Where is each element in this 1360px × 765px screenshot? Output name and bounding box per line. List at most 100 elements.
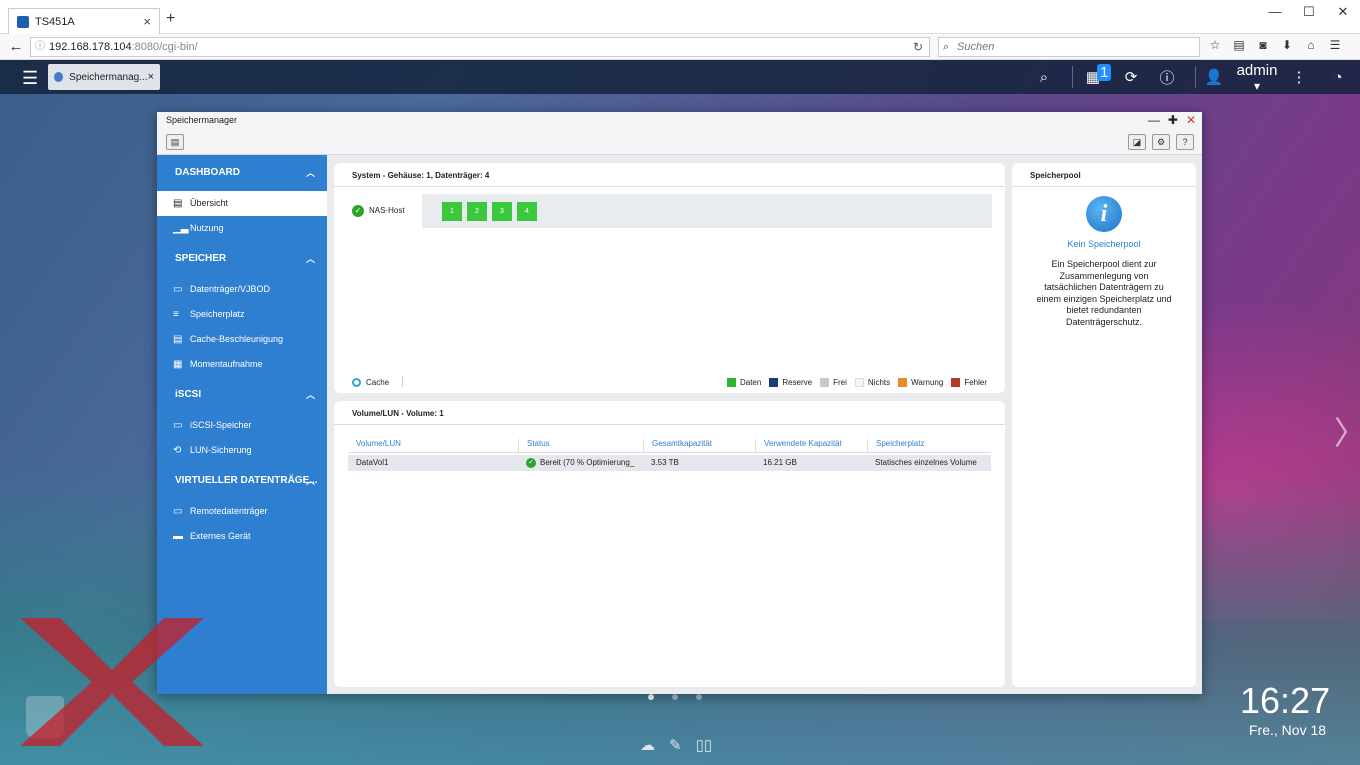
window-titlebar[interactable]: Speichermanager — ✚ ✕ (157, 112, 1202, 129)
legend-swatch (898, 378, 908, 387)
snapshot-icon: ▦ (173, 359, 183, 370)
toggle-sidebar-icon[interactable]: ▤ (166, 134, 184, 150)
sidebar-item-nutzung[interactable]: ▁▃ Nutzung (157, 216, 327, 241)
disk-slot-1[interactable]: 1 (442, 202, 462, 221)
close-icon[interactable]: ✕ (1186, 112, 1196, 129)
book-icon[interactable]: ▯▯ (696, 736, 713, 754)
no-pool-title[interactable]: Kein Speicherpool (1012, 239, 1196, 249)
sidebar-item-externes-geraet[interactable]: ▬ Externes Gerät (157, 524, 327, 549)
cache-legend: Cache (352, 378, 389, 387)
volume-panel: Volume/LUN - Volume: 1 Volume/LUN Status… (334, 401, 1005, 687)
browser-tab[interactable]: TS451A × (8, 8, 160, 34)
system-panel: System - Gehäuse: 1, Datenträger: 4 ✓ NAS… (334, 163, 1005, 393)
sidebar-item-cache[interactable]: ▤ Cache-Beschleunigung (157, 327, 327, 352)
remote-disk-icon: ▭ (173, 506, 183, 517)
external-device-icon: ▬ (173, 531, 183, 542)
close-tab-icon[interactable]: × (143, 14, 151, 29)
back-arrow-icon[interactable]: ← (4, 38, 28, 55)
next-page-arrow-icon[interactable]: 〉 (1334, 408, 1360, 454)
volume-status: ✓ Bereit (70 % Optimierung_ (518, 455, 643, 471)
sidebar-item-momentaufnahme[interactable]: ▦ Momentaufnahme (157, 352, 327, 377)
download-icon[interactable]: ⬇ (1278, 38, 1296, 52)
disk-bay-row: 1 2 3 4 (422, 194, 992, 228)
minimize-icon[interactable]: — (1148, 112, 1160, 129)
address-bar[interactable]: ⓘ 192.168.178.104:8080/cgi-bin/ ↻ (30, 37, 930, 57)
sidebar-section-dashboard[interactable]: DASHBOARD ︿ (157, 155, 327, 191)
reading-list-icon[interactable]: ▤ (1230, 38, 1248, 52)
app-taskbar-tab[interactable]: Speichermanag... × (48, 64, 160, 90)
legend-reserve: Reserve (769, 378, 812, 387)
chevron-up-icon: ︿ (305, 254, 315, 264)
user-menu[interactable]: admin ▾ (1232, 62, 1282, 93)
legend-swatch (820, 378, 830, 387)
qts-topbar: ☰ Speichermanag... × ⌕ ▦ 1 ⟳ ⓘ 👤 admin ▾ … (0, 60, 1360, 94)
settings-gear-icon[interactable]: ⚙ (1152, 134, 1170, 150)
window-controls: — ✚ ✕ (1148, 112, 1196, 129)
info-icon[interactable]: ⓘ (35, 38, 45, 56)
chevron-up-icon: ︿ (305, 476, 315, 486)
close-window-icon[interactable]: ✕ (1326, 0, 1360, 24)
window-title: Speichermanager (166, 115, 238, 125)
info-icon[interactable]: ⓘ (1149, 67, 1185, 88)
cache-icon: ▤ (173, 334, 183, 345)
nas-host-label: ✓ NAS-Host (352, 205, 405, 217)
disk-slot-4[interactable]: 4 (517, 202, 537, 221)
user-icon[interactable]: 👤 (1196, 68, 1232, 86)
legend-swatch (951, 378, 961, 387)
menu-icon[interactable]: ☰ (1326, 38, 1344, 52)
sidebar: DASHBOARD ︿ ▤ Übersicht ▁▃ Nutzung SPEICHER… (157, 155, 327, 694)
sidebar-item-uebersicht[interactable]: ▤ Übersicht (157, 191, 327, 216)
page-dot[interactable] (672, 694, 678, 700)
sidebar-item-datentraeger[interactable]: ▭ Datenträger/VJBOD (157, 277, 327, 302)
bookmark-star-icon[interactable]: ☆ (1206, 38, 1224, 52)
search-icon: ⌕ (943, 41, 950, 53)
cloud-icon[interactable]: ☁ (640, 736, 655, 754)
sidebar-item-iscsi-speicher[interactable]: ▭ iSCSI-Speicher (157, 413, 327, 438)
column-header[interactable]: Volume/LUN (348, 439, 518, 452)
new-tab-button[interactable]: + (166, 10, 175, 28)
legend-warnung: Warnung (898, 378, 943, 387)
column-header[interactable]: Gesamtkapazität (643, 439, 755, 452)
tools-icon[interactable]: ✎ (669, 736, 682, 754)
column-header[interactable]: Speicherplatz (867, 439, 991, 452)
pocket-icon[interactable]: ◙ (1254, 38, 1272, 52)
more-options-icon[interactable]: ⋮ (1282, 68, 1316, 86)
ok-check-icon: ✓ (352, 205, 364, 217)
snapshot-icon[interactable]: ◪ (1128, 134, 1146, 150)
reload-icon[interactable]: ↻ (913, 38, 923, 56)
home-icon[interactable]: ⌂ (1302, 38, 1320, 52)
window-toolbar: ▤ ◪ ⚙ ? (157, 129, 1202, 155)
table-row[interactable]: DataVol1 ✓ Bereit (70 % Optimierung_ 3.53… (348, 455, 991, 471)
maximize-icon[interactable]: ✚ (1168, 112, 1178, 129)
sidebar-item-lun-sicherung[interactable]: ⟲ LUN-Sicherung (157, 438, 327, 463)
disk-slot-2[interactable]: 2 (467, 202, 487, 221)
main-menu-icon[interactable]: ☰ (22, 68, 38, 89)
close-app-icon[interactable]: × (148, 71, 154, 83)
column-header[interactable]: Verwendete Kapazität (755, 439, 867, 452)
sidebar-item-speicherplatz[interactable]: ≡ Speicherplatz (157, 302, 327, 327)
legend-nichts: Nichts (854, 378, 890, 387)
background-tasks-icon[interactable]: ▦ 1 (1073, 64, 1113, 86)
volume-table: Volume/LUN Status Gesamtkapazität Verwen… (348, 439, 991, 471)
maximize-icon[interactable]: ☐ (1292, 0, 1326, 24)
legend-swatch (726, 378, 736, 387)
page-dot[interactable] (648, 694, 654, 700)
sidebar-section-speicher[interactable]: SPEICHER ︿ (157, 241, 327, 277)
qnap-favicon-icon (17, 15, 29, 28)
chevron-up-icon: ︿ (305, 168, 315, 178)
divider (402, 376, 403, 387)
desktop-clock: 16:27 (1240, 680, 1331, 721)
sidebar-item-remotedatentraeger[interactable]: ▭ Remotedatenträger (157, 499, 327, 524)
sidebar-section-virtual[interactable]: VIRTUELLER DATENTRÄGE... ︿ (157, 463, 327, 499)
browser-navbar: ← ⓘ 192.168.178.104:8080/cgi-bin/ ↻ ⌕ Su… (0, 34, 1360, 60)
search-icon[interactable]: ⌕ (1026, 69, 1062, 86)
sync-icon[interactable]: ⟳ (1113, 68, 1149, 86)
page-dot[interactable] (696, 694, 702, 700)
disk-slot-3[interactable]: 3 (492, 202, 512, 221)
dashboard-gauge-icon[interactable]: ◔ (1316, 69, 1360, 86)
sidebar-section-iscsi[interactable]: iSCSI ︿ (157, 377, 327, 413)
search-input[interactable]: ⌕ Suchen (938, 37, 1200, 57)
help-icon[interactable]: ? (1176, 134, 1194, 150)
column-header[interactable]: Status (518, 439, 643, 452)
minimize-icon[interactable]: — (1258, 0, 1292, 24)
